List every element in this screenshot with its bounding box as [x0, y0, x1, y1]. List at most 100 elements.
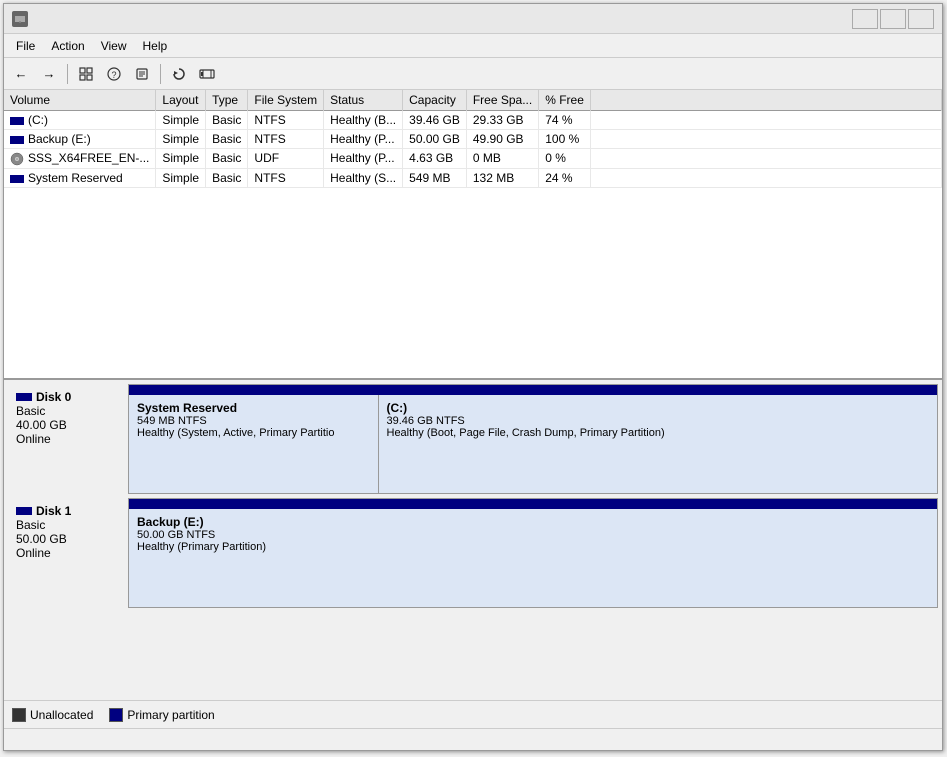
back-button[interactable]: ← — [8, 62, 34, 86]
partition-status-0-1: Healthy (Boot, Page File, Crash Dump, Pr… — [387, 427, 930, 439]
forward-button[interactable]: → — [36, 62, 62, 86]
table-row[interactable]: System Reserved Simple Basic NTFS Health… — [4, 168, 942, 187]
col-filesystem[interactable]: File System — [248, 90, 324, 111]
cell-status: Healthy (B... — [324, 111, 403, 130]
disk-name-1: Disk 1 — [36, 504, 71, 518]
cell-status: Healthy (P... — [324, 149, 403, 169]
refresh-button[interactable] — [166, 62, 192, 86]
show-grid-button[interactable] — [73, 62, 99, 86]
partition-size-fs-0-0: 549 MB NTFS — [137, 415, 370, 427]
col-pct-free[interactable]: % Free — [539, 90, 591, 111]
cell-extra — [590, 130, 941, 149]
disk-status-1: Online — [16, 546, 120, 560]
cell-free: 49.90 GB — [466, 130, 538, 149]
cell-capacity: 50.00 GB — [403, 130, 467, 149]
disk-visual-area[interactable]: Disk 0 Basic 40.00 GB Online System Rese… — [4, 380, 942, 700]
disk-status-0: Online — [16, 432, 120, 446]
close-button[interactable] — [908, 9, 934, 29]
menu-help[interactable]: Help — [135, 37, 176, 55]
cell-type: Basic — [206, 149, 248, 169]
primary-label: Primary partition — [127, 708, 214, 722]
menu-bar: File Action View Help — [4, 34, 942, 58]
cell-pct-free: 0 % — [539, 149, 591, 169]
cell-extra — [590, 149, 941, 169]
maximize-button[interactable] — [880, 9, 906, 29]
table-row[interactable]: (C:) Simple Basic NTFS Healthy (B... 39.… — [4, 111, 942, 130]
cell-extra — [590, 111, 941, 130]
col-free-space[interactable]: Free Spa... — [466, 90, 538, 111]
menu-view[interactable]: View — [93, 37, 135, 55]
toolbar: ← → ? — [4, 58, 942, 90]
partition-status-0-0: Healthy (System, Active, Primary Partiti… — [137, 427, 370, 439]
cell-status: Healthy (S... — [324, 168, 403, 187]
partition-0-0[interactable]: System Reserved 549 MB NTFS Healthy (Sys… — [129, 395, 379, 493]
disk-row-1: Disk 1 Basic 50.00 GB Online Backup (E:)… — [8, 498, 938, 608]
app-icon — [12, 11, 28, 27]
cell-free: 0 MB — [466, 149, 538, 169]
properties-button[interactable] — [129, 62, 155, 86]
cell-capacity: 4.63 GB — [403, 149, 467, 169]
disk-size-1: 50.00 GB — [16, 532, 120, 546]
volume-table-area[interactable]: Volume Layout Type File System Status Ca… — [4, 90, 942, 380]
partition-size-fs-1-0: 50.00 GB NTFS — [137, 529, 929, 541]
title-bar — [4, 4, 942, 34]
disk-partitions-0: System Reserved 549 MB NTFS Healthy (Sys… — [129, 395, 937, 493]
cell-extra — [590, 168, 941, 187]
volume-table: Volume Layout Type File System Status Ca… — [4, 90, 942, 188]
table-row[interactable]: Backup (E:) Simple Basic NTFS Healthy (P… — [4, 130, 942, 149]
disk-label-0: Disk 0 Basic 40.00 GB Online — [8, 384, 128, 494]
legend-primary: Primary partition — [109, 708, 214, 722]
disk-partitions-1: Backup (E:) 50.00 GB NTFS Healthy (Prima… — [129, 509, 937, 607]
cell-type: Basic — [206, 130, 248, 149]
disk-type-0: Basic — [16, 404, 120, 418]
menu-action[interactable]: Action — [43, 37, 92, 55]
cell-type: Basic — [206, 168, 248, 187]
cell-layout: Simple — [156, 168, 206, 187]
cell-type: Basic — [206, 111, 248, 130]
col-layout[interactable]: Layout — [156, 90, 206, 111]
cell-layout: Simple — [156, 149, 206, 169]
disk-button[interactable] — [194, 62, 220, 86]
partition-0-1[interactable]: (C:) 39.46 GB NTFS Healthy (Boot, Page F… — [379, 395, 938, 493]
disk-management-window: File Action View Help ← → ? — [3, 3, 943, 751]
disk-bar-1 — [129, 499, 937, 509]
cell-capacity: 39.46 GB — [403, 111, 467, 130]
cell-capacity: 549 MB — [403, 168, 467, 187]
primary-swatch — [109, 708, 123, 722]
disk-size-0: 40.00 GB — [16, 418, 120, 432]
cell-pct-free: 100 % — [539, 130, 591, 149]
cell-filesystem: UDF — [248, 149, 324, 169]
help-button[interactable]: ? — [101, 62, 127, 86]
minimize-button[interactable] — [852, 9, 878, 29]
table-row[interactable]: SSS_X64FREE_EN-... Simple Basic UDF Heal… — [4, 149, 942, 169]
cell-volume: SSS_X64FREE_EN-... — [4, 149, 156, 169]
cell-free: 132 MB — [466, 168, 538, 187]
table-header-row: Volume Layout Type File System Status Ca… — [4, 90, 942, 111]
col-capacity[interactable]: Capacity — [403, 90, 467, 111]
unallocated-swatch — [12, 708, 26, 722]
cell-pct-free: 74 % — [539, 111, 591, 130]
legend-bar: Unallocated Primary partition — [4, 700, 942, 728]
col-type[interactable]: Type — [206, 90, 248, 111]
partition-name-1-0: Backup (E:) — [137, 515, 929, 529]
menu-file[interactable]: File — [8, 37, 43, 55]
cell-volume: Backup (E:) — [4, 130, 156, 149]
cell-volume: (C:) — [4, 111, 156, 130]
disk-row-0: Disk 0 Basic 40.00 GB Online System Rese… — [8, 384, 938, 494]
legend-unallocated: Unallocated — [12, 708, 93, 722]
partition-status-1-0: Healthy (Primary Partition) — [137, 541, 929, 553]
partition-name-0-1: (C:) — [387, 401, 930, 415]
partition-1-0[interactable]: Backup (E:) 50.00 GB NTFS Healthy (Prima… — [129, 509, 937, 607]
col-status[interactable]: Status — [324, 90, 403, 111]
cell-filesystem: NTFS — [248, 130, 324, 149]
disk-visual-1: Backup (E:) 50.00 GB NTFS Healthy (Prima… — [128, 498, 938, 608]
toolbar-separator-2 — [160, 64, 161, 84]
col-extra — [590, 90, 941, 111]
toolbar-separator-1 — [67, 64, 68, 84]
disk-type-1: Basic — [16, 518, 120, 532]
status-bar — [4, 728, 942, 750]
disk-label-1: Disk 1 Basic 50.00 GB Online — [8, 498, 128, 608]
cell-volume: System Reserved — [4, 168, 156, 187]
partition-name-0-0: System Reserved — [137, 401, 370, 415]
col-volume[interactable]: Volume — [4, 90, 156, 111]
